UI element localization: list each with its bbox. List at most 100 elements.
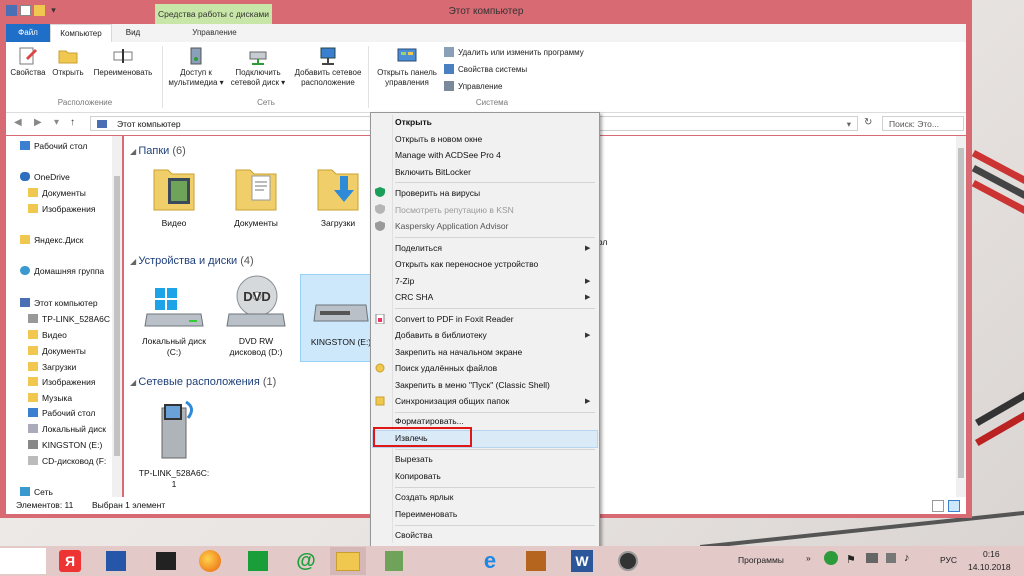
menu-item-7zip[interactable]: 7-Zip — [395, 276, 414, 286]
folder-videos[interactable]: Видео — [134, 162, 214, 229]
nav-item-documents[interactable]: Документы — [28, 188, 86, 198]
rename-button[interactable]: Переименовать — [88, 46, 158, 78]
internet-explorer-button[interactable]: e — [472, 547, 508, 575]
menu-item-create-shortcut[interactable]: Создать ярлык — [395, 492, 454, 502]
volume-icon[interactable]: ♪ — [904, 552, 910, 564]
nav-item-local-disk[interactable]: Локальный диск — [28, 424, 106, 434]
menu-item-bitlocker[interactable]: Включить BitLocker — [395, 167, 471, 177]
forward-icon[interactable]: ▶ — [34, 117, 42, 128]
battery-icon[interactable] — [886, 553, 896, 563]
drive-dvd-d[interactable]: DVD DVD RW дисковод (D:) — [216, 274, 296, 358]
game-button[interactable] — [518, 547, 554, 575]
tab-manage[interactable]: Управление — [156, 24, 273, 42]
content-scroll-thumb[interactable] — [958, 148, 964, 478]
system-properties-button[interactable]: Свойства системы — [444, 64, 527, 74]
map-drive-button[interactable]: Подключить сетевой диск ▾ — [228, 46, 288, 88]
ie-icon: e — [483, 548, 497, 573]
nav-item-desktop-2[interactable]: Рабочий стол — [28, 408, 95, 418]
details-view-icon[interactable] — [932, 500, 944, 512]
menu-item-pin-classic-shell[interactable]: Закрепить в меню "Пуск" (Classic Shell) — [395, 380, 550, 390]
menu-item-add-library[interactable]: Добавить в библиотеку — [395, 330, 487, 340]
network-device-tplink[interactable]: TP-LINK_528A6C: 1 — [134, 398, 214, 490]
menu-item-share[interactable]: Поделиться — [395, 243, 442, 253]
firefox-button[interactable] — [192, 547, 228, 575]
nav-item-kingston[interactable]: KINGSTON (E:) — [28, 440, 102, 450]
menu-item-scan-virus[interactable]: Проверить на вирусы — [395, 188, 480, 198]
menu-item-copy[interactable]: Копировать — [395, 471, 441, 481]
nav-item-downloads[interactable]: Загрузки — [28, 362, 76, 372]
recent-chevron-icon[interactable]: ▾ — [54, 117, 59, 128]
programs-toolbar-label[interactable]: Программы — [738, 555, 784, 565]
menu-item-app-advisor[interactable]: Kaspersky Application Advisor — [395, 221, 508, 231]
uninstall-program-button[interactable]: Удалить или изменить программу — [444, 47, 584, 57]
search-input[interactable]: Поиск: Это... — [882, 116, 964, 131]
navigation-scroll-thumb[interactable] — [114, 176, 120, 456]
menu-item-open-portable[interactable]: Открыть как переносное устройство — [395, 259, 538, 269]
nav-item-homegroup[interactable]: Домашняя группа — [20, 266, 104, 276]
clock-time[interactable]: 0:16 — [983, 549, 1000, 559]
menu-item-crc-sha[interactable]: CRC SHA — [395, 292, 433, 302]
address-dropdown-icon[interactable]: ▾ — [847, 117, 851, 132]
menu-item-open-new-window[interactable]: Открыть в новом окне — [395, 134, 482, 144]
security-app-button[interactable] — [610, 547, 646, 575]
notepad-button[interactable] — [376, 547, 412, 575]
menu-item-properties[interactable]: Свойства — [395, 530, 432, 540]
tab-view[interactable]: Вид — [110, 24, 156, 42]
tab-computer[interactable]: Компьютер — [50, 24, 112, 42]
clock-date[interactable]: 14.10.2018 — [968, 562, 1011, 572]
menu-item-format[interactable]: Форматировать... — [395, 416, 464, 426]
nav-item-music[interactable]: Музыка — [28, 393, 72, 403]
start-area[interactable] — [0, 548, 46, 574]
network-icon[interactable] — [866, 553, 878, 563]
menu-item-foxit-pdf[interactable]: Convert to PDF in Foxit Reader — [395, 314, 514, 324]
nav-item-pictures-2[interactable]: Изображения — [28, 377, 95, 387]
media-access-button[interactable]: Доступ к мультимедиа ▾ — [166, 46, 226, 88]
word-button[interactable]: W — [564, 547, 600, 575]
section-folders-header[interactable]: ◢ Папки (6) — [130, 145, 186, 157]
refresh-icon[interactable]: ↻ — [864, 117, 872, 128]
properties-button[interactable]: Свойства — [10, 46, 46, 78]
menu-item-rename[interactable]: Переименовать — [395, 509, 457, 519]
content-scrollbar[interactable] — [956, 136, 966, 497]
back-icon[interactable]: ◀ — [14, 117, 22, 128]
folder-documents[interactable]: Документы — [216, 162, 296, 229]
menu-item-open[interactable]: Открыть — [395, 117, 432, 127]
tray-expand-icon[interactable]: » — [806, 553, 811, 563]
nav-item-tplink[interactable]: TP-LINK_528A6C — [28, 314, 110, 324]
nav-item-yandex-disk[interactable]: Яндекс.Диск — [20, 235, 83, 245]
file-explorer-button[interactable] — [330, 547, 366, 575]
menu-item-sync-folders[interactable]: Синхронизация общих папок — [395, 396, 509, 406]
drive-local-c[interactable]: Локальный диск (C:) — [134, 282, 214, 358]
menu-item-acdsee[interactable]: Manage with ACDSee Pro 4 — [395, 150, 501, 160]
input-language[interactable]: РУС — [940, 555, 957, 565]
nav-item-documents-2[interactable]: Документы — [28, 346, 86, 356]
section-devices-header[interactable]: ◢ Устройства и диски (4) — [130, 255, 254, 267]
tray-flag-icon[interactable]: ⚑ — [846, 553, 856, 566]
nav-item-network[interactable]: Сеть — [20, 487, 53, 497]
nav-item-onedrive[interactable]: OneDrive — [20, 172, 70, 182]
add-network-location-button[interactable]: Добавить сетевое расположение — [290, 46, 366, 88]
calculator-button[interactable] — [98, 547, 134, 575]
nav-item-videos[interactable]: Видео — [28, 330, 67, 340]
mail-agent-button[interactable]: @ — [288, 547, 324, 575]
manage-button[interactable]: Управление — [444, 81, 502, 91]
terminal-button[interactable] — [148, 547, 184, 575]
open-button[interactable]: Открыть — [50, 46, 86, 78]
tray-app-icon[interactable] — [824, 551, 838, 565]
folder-downloads[interactable]: Загрузки — [298, 162, 378, 229]
menu-item-cut[interactable]: Вырезать — [395, 454, 433, 464]
menu-item-pin-start[interactable]: Закрепить на начальном экране — [395, 347, 522, 357]
up-arrow-icon[interactable]: ↑ — [70, 117, 75, 128]
tiles-view-icon[interactable] — [948, 500, 960, 512]
control-panel-button[interactable]: Открыть панель управления — [372, 46, 442, 88]
nav-item-pictures[interactable]: Изображения — [28, 204, 95, 214]
menu-item-find-deleted[interactable]: Поиск удалённых файлов — [395, 363, 497, 373]
tab-file[interactable]: Файл — [6, 24, 50, 42]
nav-item-cd-drive[interactable]: CD-дисковод (F: — [28, 456, 106, 466]
store-button[interactable] — [240, 547, 276, 575]
section-network-header[interactable]: ◢ Сетевые расположения (1) — [130, 376, 276, 388]
navigation-scrollbar[interactable] — [112, 136, 122, 497]
nav-item-this-pc[interactable]: Этот компьютер — [20, 298, 98, 308]
yandex-browser-button[interactable]: Я — [52, 547, 88, 575]
nav-item-desktop[interactable]: Рабочий стол — [20, 141, 87, 151]
